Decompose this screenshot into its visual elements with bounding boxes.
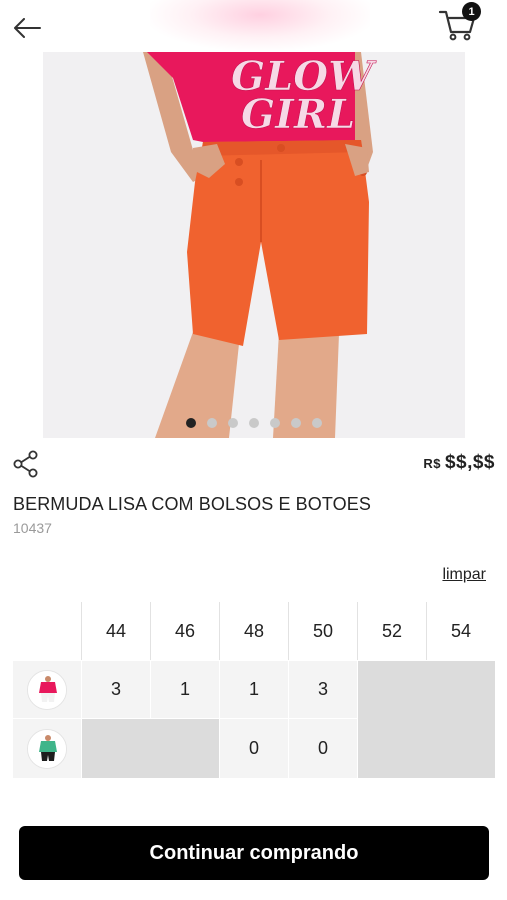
- grid-divider: [219, 602, 220, 660]
- size-header-52: 52: [358, 602, 426, 660]
- variant-pink-image: [28, 670, 66, 709]
- variant-thumb-green[interactable]: [13, 719, 81, 778]
- size-header-46: 46: [151, 602, 219, 660]
- qty-cell[interactable]: 1: [220, 661, 288, 718]
- carousel-dot-4[interactable]: [248, 418, 259, 428]
- share-icon: [13, 450, 38, 478]
- variant-green-image: [28, 729, 66, 768]
- qty-cell[interactable]: 3: [289, 661, 357, 718]
- qty-cell[interactable]: 0: [289, 719, 357, 778]
- variant-thumb-pink[interactable]: [13, 661, 81, 718]
- carousel-dot-6[interactable]: [290, 418, 301, 428]
- shirt-print-line2: GIRL: [241, 91, 355, 138]
- size-quantity-grid: 44 46 48 50 52 54 3 1 1 3 0 0: [13, 602, 495, 778]
- size-header-44: 44: [82, 602, 150, 660]
- qty-cell[interactable]: 0: [220, 719, 288, 778]
- price-currency: R$: [423, 456, 441, 471]
- continue-shopping-button[interactable]: Continuar comprando: [19, 826, 489, 880]
- size-header-50: 50: [289, 602, 357, 660]
- grid-divider: [357, 602, 358, 660]
- price-value: $$,$$: [444, 452, 495, 473]
- unavailable-sizes-block: [358, 661, 495, 778]
- qty-cell[interactable]: 1: [151, 661, 219, 718]
- carousel-dot-5[interactable]: [269, 418, 280, 428]
- clear-selection-link[interactable]: limpar: [442, 566, 486, 584]
- cart-count-badge: 1: [462, 2, 481, 21]
- unavailable-sizes-block: [82, 719, 219, 778]
- grid-divider: [288, 602, 289, 660]
- carousel-dot-2[interactable]: [206, 418, 217, 428]
- image-carousel-dots: [0, 418, 507, 428]
- size-header-54: 54: [427, 602, 495, 660]
- grid-divider: [81, 602, 82, 660]
- grid-divider: [150, 602, 151, 660]
- product-photo: GLOW GIRL: [43, 52, 465, 438]
- grid-corner: [13, 602, 81, 660]
- top-app-bar: 1: [0, 0, 507, 52]
- carousel-dot-7[interactable]: [311, 418, 322, 428]
- product-image[interactable]: GLOW GIRL: [43, 52, 465, 438]
- product-title: BERMUDA LISA COM BOLSOS E BOTOES: [13, 494, 371, 514]
- arrow-left-icon: [14, 18, 41, 38]
- header-glow: [150, 0, 370, 50]
- grid-divider: [426, 602, 427, 660]
- qty-cell[interactable]: 3: [82, 661, 150, 718]
- carousel-dot-1[interactable]: [185, 418, 196, 428]
- share-button[interactable]: [12, 450, 40, 478]
- size-header-48: 48: [220, 602, 288, 660]
- back-button[interactable]: [10, 12, 44, 44]
- carousel-dot-3[interactable]: [227, 418, 238, 428]
- product-sku: 10437: [13, 520, 52, 536]
- product-price: R$ $$,$$: [423, 452, 495, 474]
